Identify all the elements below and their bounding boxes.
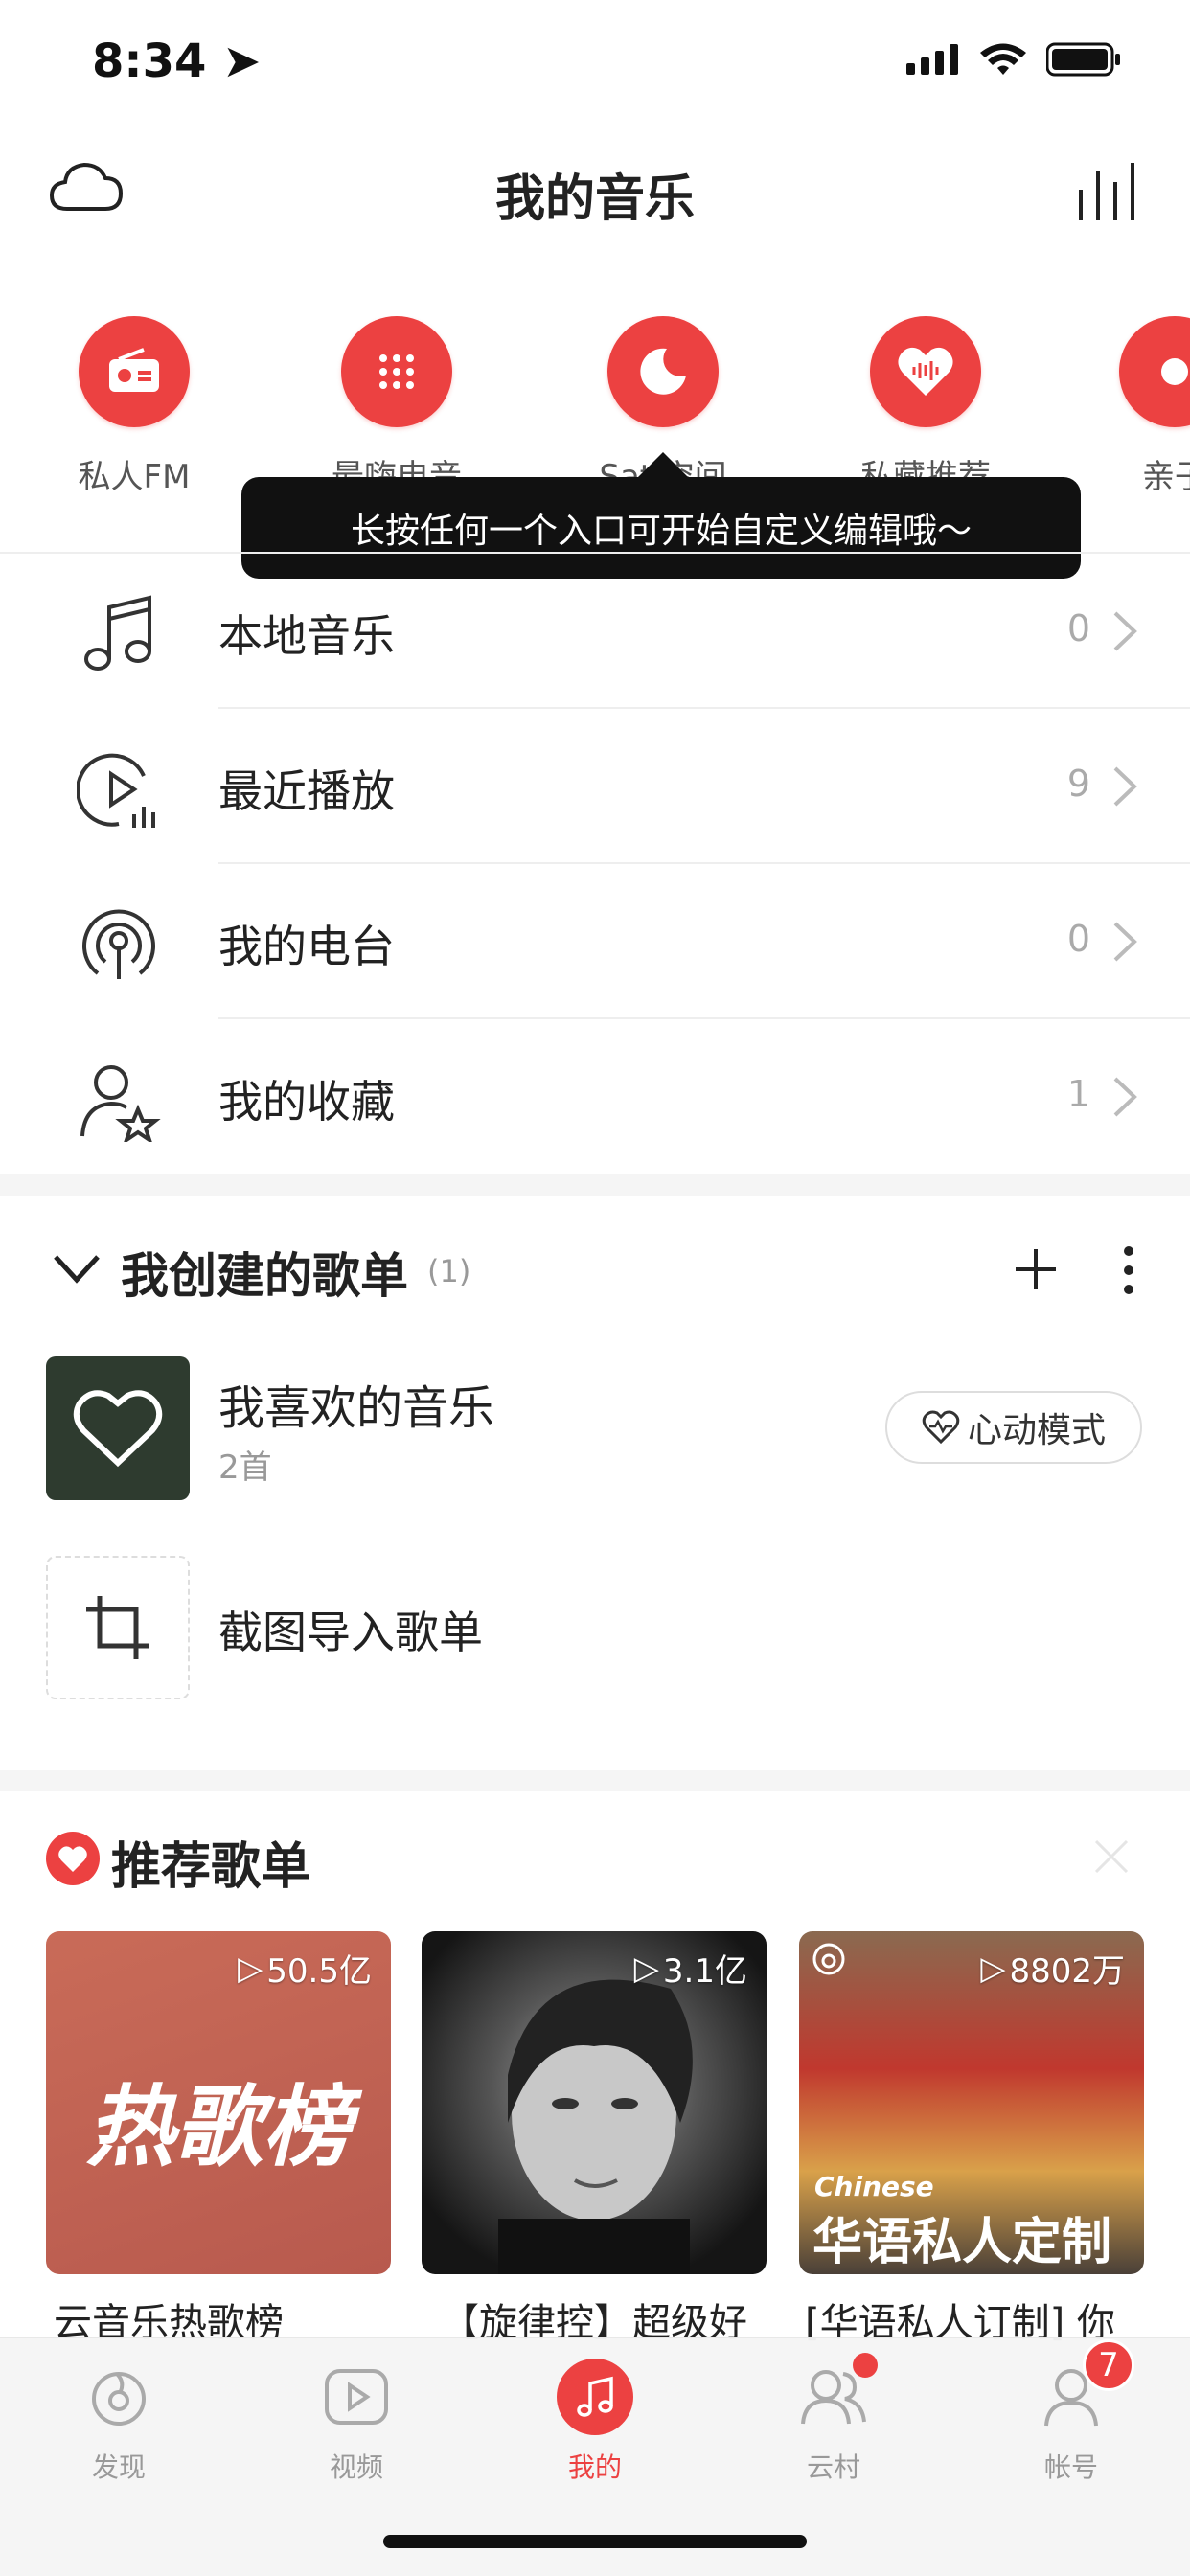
list-item-my-radio[interactable]: 我的电台 0 [0,864,1190,1019]
chevron-right-icon [1113,766,1137,807]
tab-account[interactable]: 7 帐号 [995,2339,1148,2485]
heart-wave-icon [898,347,953,396]
section-gap [0,1174,1190,1196]
discover-icon [92,2372,146,2426]
tab-my-music[interactable]: 我的 [518,2359,672,2485]
play-count: ▷ 8802万 [980,1949,1125,1992]
playlist-card-chinese[interactable]: ▷ 8802万 Chinese 华语私人定制 [799,1931,1144,2274]
home-indicator[interactable] [383,2535,807,2548]
play-icon: ▷ [980,1949,1006,1988]
heart-icon [73,1390,163,1468]
chevron-down-icon[interactable] [52,1251,102,1286]
battery-icon [1046,42,1120,77]
entry-electronic[interactable]: 最嗨电音 [310,316,483,497]
svg-text:+: + [648,350,660,368]
play-icon: ▷ [238,1949,263,1988]
screenshot-import-label[interactable]: 截图导入歌单 [218,1598,483,1661]
chevron-right-icon [1113,1077,1137,1117]
dots-grid-icon [379,354,414,389]
music-note-icon [84,595,151,671]
cellular-signal-icon [906,44,958,75]
user-star-icon [80,1065,161,1142]
moon-icon: + [640,348,686,395]
tooltip-arrow [636,452,690,479]
account-badge: 7 [1083,2339,1134,2391]
screenshot-import-box[interactable] [46,1556,190,1699]
list-item-local-music[interactable]: 本地音乐 0 [0,554,1190,709]
entry-private-recommend[interactable]: 私藏推荐 [839,316,1012,497]
crop-icon [86,1596,149,1659]
tab-video[interactable]: 视频 [280,2359,433,2485]
entry-kids[interactable]: 亲子 [1088,316,1190,497]
notification-dot [853,2353,878,2378]
tab-discover[interactable]: 发现 [42,2359,195,2485]
created-playlists-title[interactable]: 我创建的歌单 [121,1238,408,1307]
heartbeat-mode-button[interactable]: 心动模式 [885,1391,1142,1464]
cover-text: 热歌榜 [85,2076,351,2178]
recommend-title: 推荐歌单 [111,1838,311,1896]
radio-icon [109,348,159,392]
kids-icon [1161,358,1188,385]
status-time: 8:34 ➤ [92,34,262,88]
play-count: ▷ 50.5亿 [238,1949,372,1992]
add-icon[interactable] [1014,1247,1058,1291]
created-playlists-count: (1) [427,1253,471,1289]
location-arrow-icon: ➤ [222,34,262,88]
my-music-icon [577,2376,613,2417]
netease-logo-icon [812,1943,845,1975]
list-item-my-favorites[interactable]: 我的收藏 1 [0,1019,1190,1174]
cover-small-text: Chinese [814,2171,934,2202]
play-icon: ▷ [633,1949,659,1988]
section-gap [0,1770,1190,1791]
more-icon[interactable] [1119,1245,1138,1295]
list-item-recent-play[interactable]: 最近播放 9 [0,709,1190,864]
heart-wave-icon [922,1410,960,1445]
equalizer-icon[interactable] [1075,161,1142,222]
video-icon [325,2369,388,2425]
playlist-card-hot[interactable]: ▷ 50.5亿 热歌榜 [46,1931,391,2274]
playlist-card-melody[interactable]: ▷ 3.1亿 [422,1931,767,2274]
tab-community[interactable]: 云村 [757,2353,910,2485]
heart-badge-icon [46,1832,100,1885]
page-title: 我的音乐 [494,171,695,228]
cover-text: 华语私人定制 [812,2214,1112,2271]
entry-personal-fm[interactable]: 私人FM [48,316,220,497]
playlist-title[interactable]: 我喜欢的音乐 [218,1370,494,1437]
playlist-song-count: 2首 [218,1448,272,1487]
podcast-icon [82,909,155,979]
chevron-right-icon [1113,922,1137,962]
liked-music-cover[interactable] [46,1356,190,1500]
play-count: ▷ 3.1亿 [633,1949,747,1992]
close-icon[interactable] [1092,1837,1131,1876]
status-icons [906,42,1123,77]
chevron-right-icon [1113,611,1137,651]
recent-play-icon [77,753,155,828]
wifi-icon [980,43,1026,75]
